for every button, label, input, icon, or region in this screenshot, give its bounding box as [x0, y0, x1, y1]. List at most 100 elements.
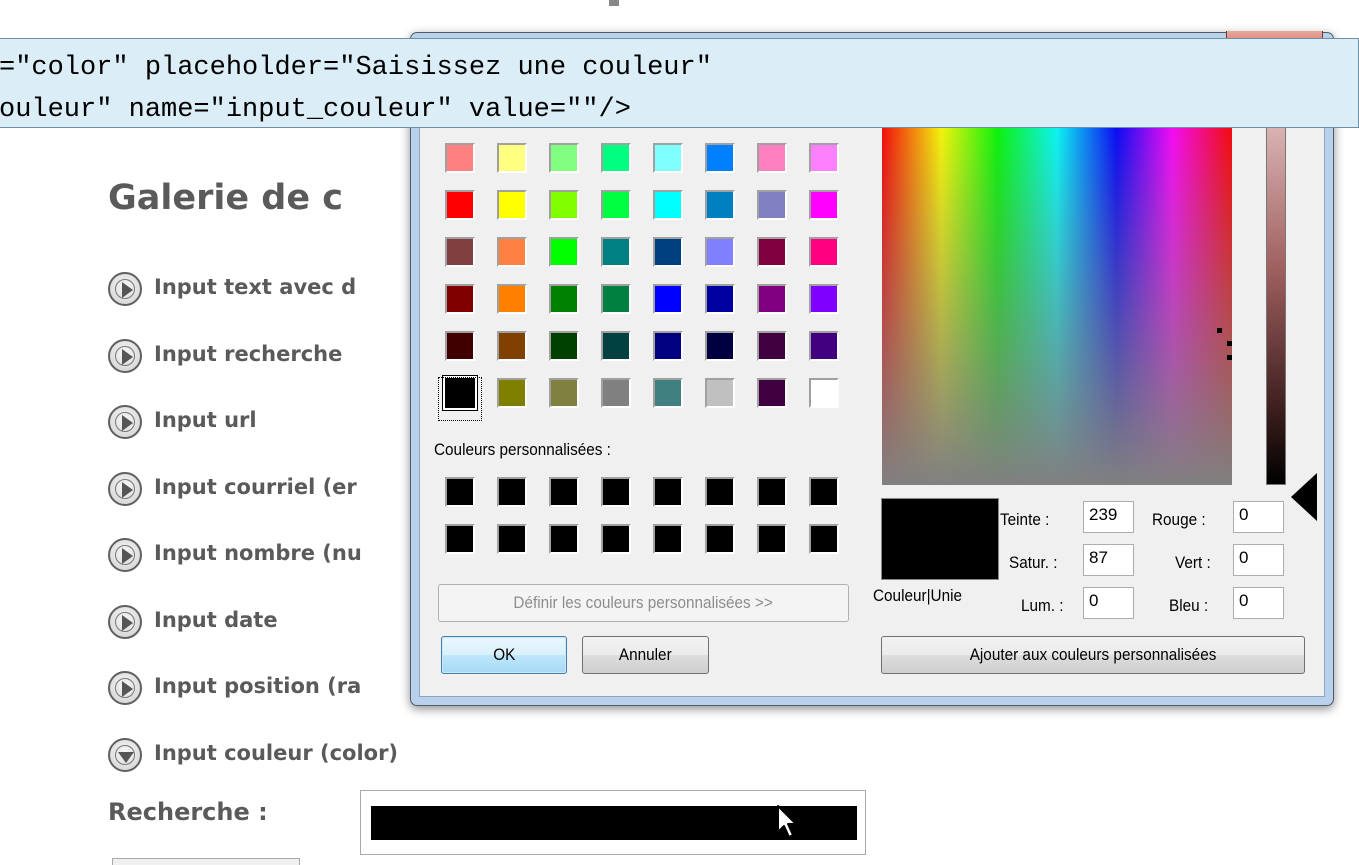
hue-saturation-spectrum[interactable]: [882, 90, 1232, 485]
basic-color-swatch[interactable]: [445, 237, 475, 267]
basic-color-swatch[interactable]: [497, 237, 527, 267]
basic-color-swatch[interactable]: [809, 284, 839, 314]
nav-item-input-search[interactable]: Input recherche: [108, 329, 398, 396]
nav-item-input-text[interactable]: Input text avec d: [108, 262, 398, 329]
basic-color-swatch[interactable]: [601, 331, 631, 361]
custom-color-swatch[interactable]: [757, 477, 787, 507]
basic-color-swatch[interactable]: [445, 143, 475, 173]
custom-color-swatch[interactable]: [497, 524, 527, 554]
nav-item-label: Input recherche: [154, 341, 343, 366]
basic-color-swatch[interactable]: [757, 143, 787, 173]
basic-color-swatch[interactable]: [497, 284, 527, 314]
spectrum-crosshair: [1227, 341, 1232, 346]
basic-color-swatch[interactable]: [809, 378, 839, 408]
basic-color-swatch[interactable]: [705, 143, 735, 173]
basic-color-swatch[interactable]: [601, 143, 631, 173]
basic-color-swatch[interactable]: [705, 378, 735, 408]
nav-item-input-date[interactable]: Input date: [108, 595, 398, 662]
saturation-field[interactable]: 87: [1083, 544, 1134, 576]
basic-color-swatch[interactable]: [757, 378, 787, 408]
basic-color-swatch[interactable]: [549, 143, 579, 173]
basic-color-swatch[interactable]: [497, 143, 527, 173]
custom-color-swatch[interactable]: [445, 477, 475, 507]
red-field[interactable]: 0: [1233, 501, 1284, 533]
nav-item-input-url[interactable]: Input url: [108, 395, 398, 462]
basic-color-swatch[interactable]: [601, 284, 631, 314]
basic-color-swatch[interactable]: [757, 190, 787, 220]
luminosity-field[interactable]: 0: [1083, 587, 1134, 619]
luminosity-slider[interactable]: [1266, 90, 1286, 485]
basic-color-swatch[interactable]: [601, 190, 631, 220]
basic-color-swatch[interactable]: [757, 284, 787, 314]
saturation-label: Satur. :: [1009, 553, 1058, 572]
custom-color-swatch[interactable]: [601, 524, 631, 554]
green-label: Vert :: [1175, 553, 1211, 572]
green-field[interactable]: 0: [1233, 544, 1284, 576]
basic-color-swatch[interactable]: [705, 237, 735, 267]
basic-color-swatch[interactable]: [809, 237, 839, 267]
custom-color-swatch[interactable]: [705, 477, 735, 507]
custom-color-swatch[interactable]: [757, 524, 787, 554]
basic-color-swatch[interactable]: [705, 331, 735, 361]
basic-color-swatch[interactable]: [549, 284, 579, 314]
basic-color-swatch[interactable]: [653, 190, 683, 220]
custom-color-swatch[interactable]: [601, 477, 631, 507]
basic-color-swatch[interactable]: [601, 237, 631, 267]
basic-color-swatch[interactable]: [549, 237, 579, 267]
hue-field[interactable]: 239: [1083, 501, 1134, 533]
basic-color-swatch[interactable]: [445, 190, 475, 220]
blue-field[interactable]: 0: [1233, 587, 1284, 619]
basic-color-swatch[interactable]: [497, 378, 527, 408]
arrow-down-circle-icon: [108, 737, 142, 772]
basic-color-swatch[interactable]: [705, 190, 735, 220]
arrow-right-circle-icon: [108, 671, 142, 705]
basic-color-swatch[interactable]: [549, 331, 579, 361]
basic-color-swatch[interactable]: [653, 237, 683, 267]
basic-color-swatch[interactable]: [549, 378, 579, 408]
basic-color-swatch[interactable]: [497, 190, 527, 220]
basic-color-swatch[interactable]: [653, 331, 683, 361]
nav-item-label: Input text avec d: [154, 275, 357, 299]
basic-color-swatch[interactable]: [757, 331, 787, 361]
nav-item-input-color[interactable]: Input couleur (color): [108, 728, 398, 795]
blue-label: Bleu :: [1169, 596, 1209, 615]
gallery-nav: Input text avec d Input recherche Input …: [108, 262, 398, 794]
basic-color-swatch[interactable]: [549, 190, 579, 220]
color-preview: [881, 498, 999, 580]
define-custom-colors-button[interactable]: Définir les couleurs personnalisées >>: [438, 584, 849, 622]
basic-color-swatch[interactable]: [653, 378, 683, 408]
custom-color-swatch[interactable]: [445, 524, 475, 554]
custom-color-swatch[interactable]: [809, 524, 839, 554]
cancel-button[interactable]: Annuler: [582, 636, 709, 674]
custom-color-swatch[interactable]: [549, 477, 579, 507]
ok-button[interactable]: OK: [441, 636, 567, 674]
custom-color-swatch[interactable]: [653, 524, 683, 554]
basic-color-swatch[interactable]: [653, 143, 683, 173]
add-custom-color-button[interactable]: Ajouter aux couleurs personnalisées: [881, 636, 1305, 674]
nav-item-input-number[interactable]: Input nombre (nu: [108, 528, 398, 595]
nav-item-input-range[interactable]: Input position (ra: [108, 661, 398, 728]
nav-item-input-email[interactable]: Input courriel (er: [108, 462, 398, 529]
basic-color-swatch[interactable]: [757, 237, 787, 267]
basic-color-swatch[interactable]: [705, 284, 735, 314]
basic-color-swatch[interactable]: [497, 331, 527, 361]
custom-color-swatch[interactable]: [705, 524, 735, 554]
basic-color-swatch[interactable]: [653, 284, 683, 314]
nav-item-label: Input date: [154, 607, 278, 632]
basic-color-swatch[interactable]: [445, 331, 475, 361]
color-picker-dialog: Couleurs personnalisées : Définir les co…: [410, 31, 1334, 706]
custom-color-swatch[interactable]: [497, 477, 527, 507]
basic-color-swatch[interactable]: [809, 331, 839, 361]
custom-color-swatch[interactable]: [653, 477, 683, 507]
tooltip-line: ouleur" name="input_couleur" value=""/>: [0, 95, 631, 125]
basic-color-swatch[interactable]: [445, 284, 475, 314]
basic-color-swatch[interactable]: [601, 378, 631, 408]
custom-color-swatch[interactable]: [549, 524, 579, 554]
arrow-right-circle-icon: [108, 405, 142, 439]
basic-color-swatch[interactable]: [809, 190, 839, 220]
source-code-tooltip: ="color" placeholder="Saisissez une coul…: [0, 38, 1359, 128]
custom-color-swatch[interactable]: [809, 477, 839, 507]
basic-color-swatch[interactable]: [809, 143, 839, 173]
arrow-right-circle-icon: [108, 471, 142, 506]
luminosity-arrow-icon[interactable]: [1291, 473, 1317, 521]
